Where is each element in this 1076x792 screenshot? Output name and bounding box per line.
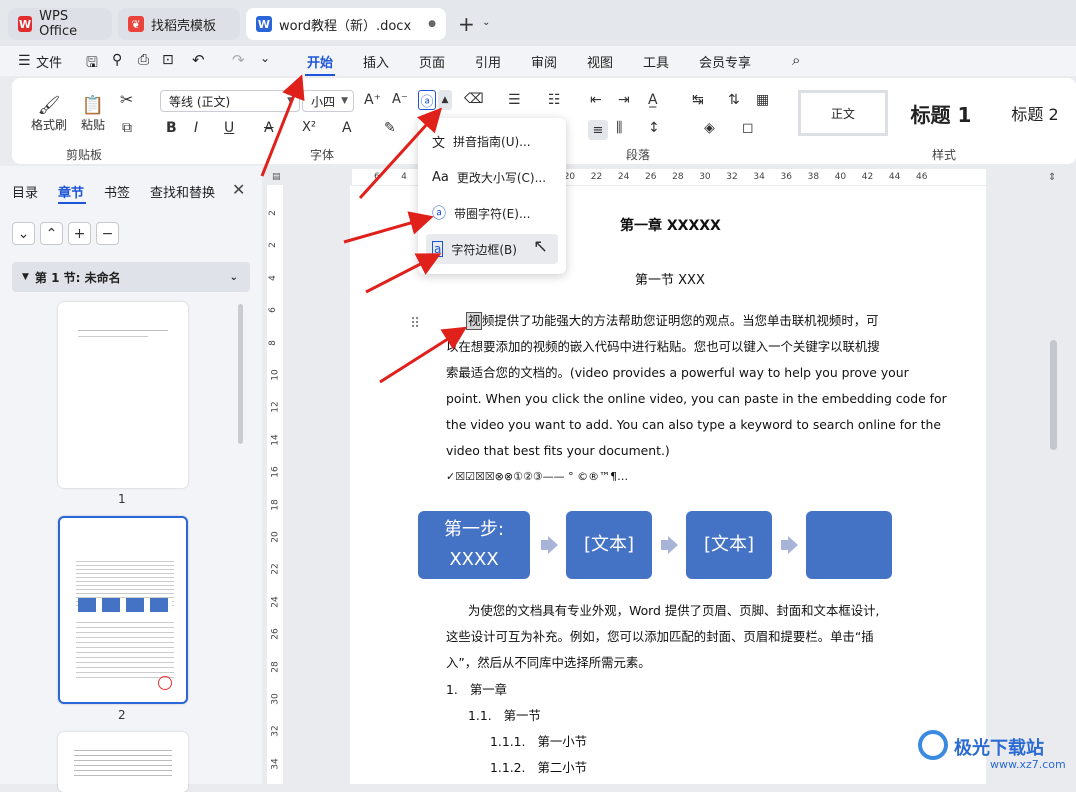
- annotation-arrows: [260, 74, 468, 384]
- watermark: 极光下载站 www.xz7.com: [918, 728, 1068, 778]
- watermark-name: 极光下载站: [954, 738, 1044, 759]
- red-arrow: [260, 74, 305, 177]
- watermark-logo-icon: [918, 730, 948, 760]
- red-arrow: [358, 107, 443, 200]
- watermark-url: www.xz7.com: [990, 758, 1066, 771]
- red-arrow: [365, 253, 442, 294]
- red-arrow: [343, 211, 434, 244]
- red-arrow: [379, 326, 468, 384]
